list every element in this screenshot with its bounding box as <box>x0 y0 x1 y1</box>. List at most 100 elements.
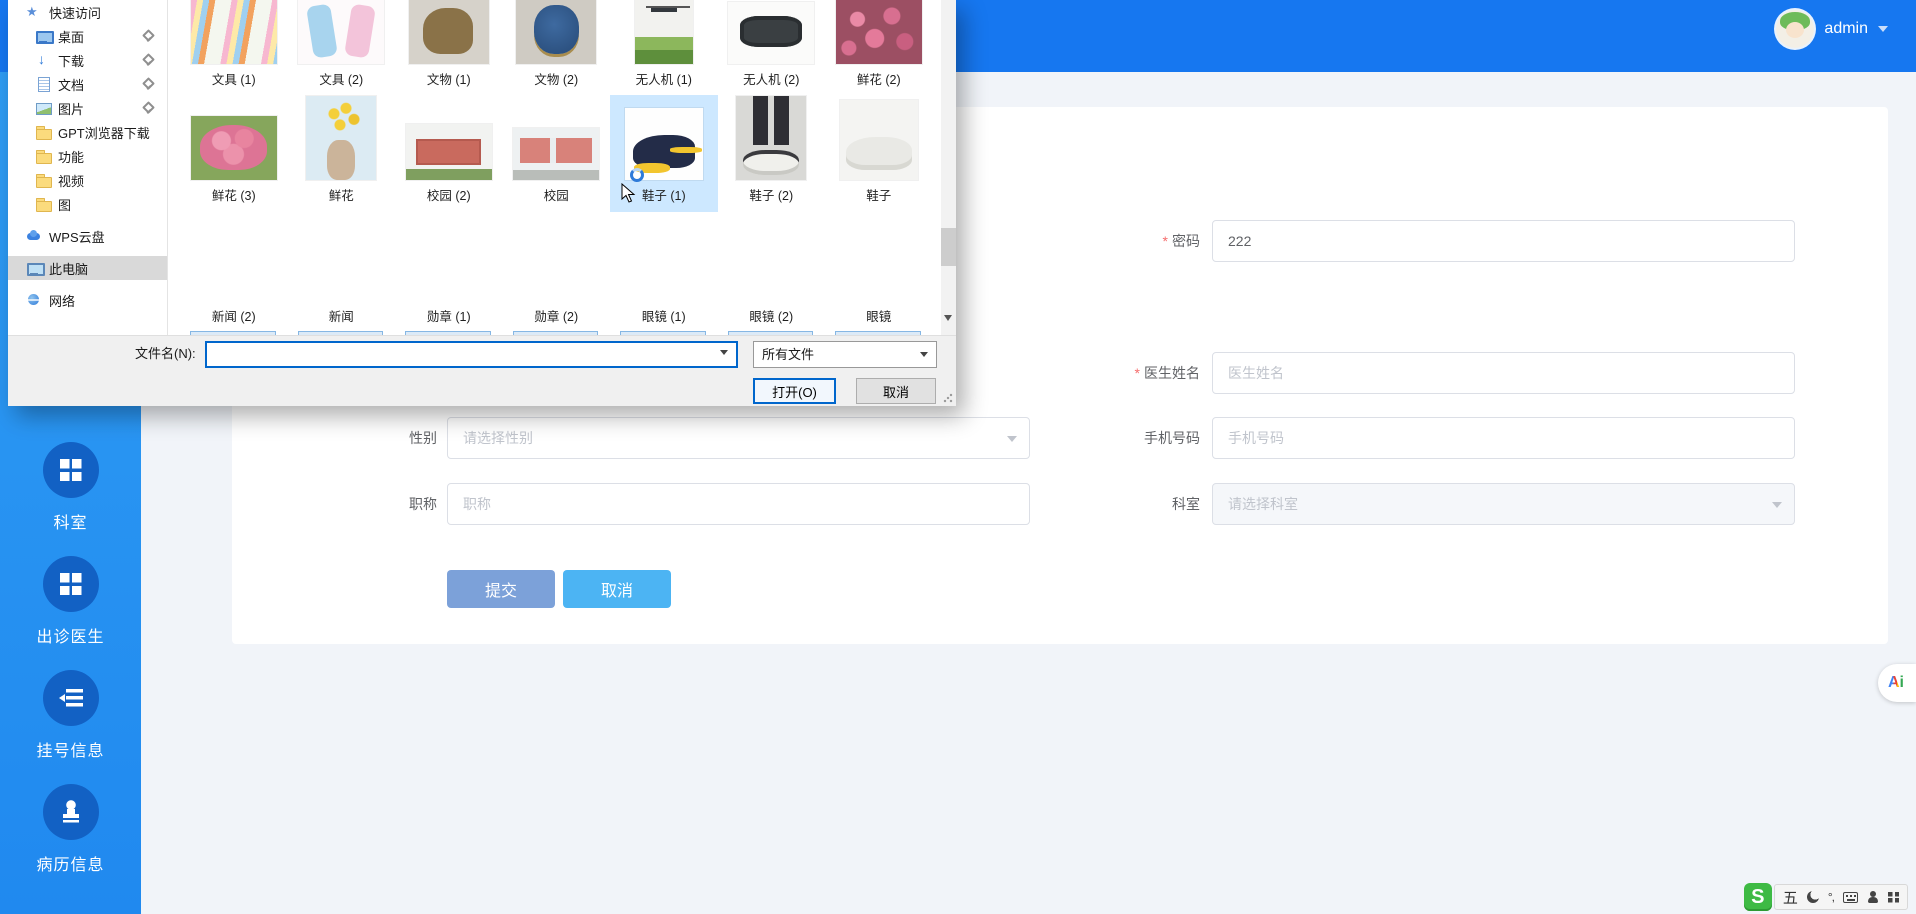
nav-item-icon <box>35 124 52 140</box>
file-item[interactable]: 新闻 (2) <box>180 306 288 337</box>
nav-item-label: 图片 <box>58 101 85 117</box>
sidebar-item-label: 挂号信息 <box>36 743 105 760</box>
sidebar-item-label: 科室 <box>53 515 88 532</box>
file-item[interactable]: 文物 (2) <box>503 0 611 90</box>
file-item[interactable]: 勋章 (2) <box>503 306 611 337</box>
nav-item-icon <box>35 76 51 92</box>
dialog-nav-item[interactable]: 下载 <box>8 48 167 72</box>
dialog-nav-item[interactable]: 图 <box>8 192 167 216</box>
nav-item-label: 桌面 <box>58 29 85 45</box>
resize-grip[interactable] <box>943 393 953 403</box>
dialog-nav-item[interactable]: WPS云盘 <box>8 224 167 248</box>
file-name-label: 文具 (1) <box>211 73 256 87</box>
title-label: 职称 <box>409 496 437 512</box>
chevron-down-icon <box>920 352 928 357</box>
nav-item-icon <box>26 228 42 244</box>
file-item[interactable]: 鲜花 (3) <box>180 95 288 212</box>
file-item[interactable]: 校园 (2) <box>395 95 503 212</box>
nav-item-icon <box>35 172 52 188</box>
file-name-label: 无人机 (1) <box>635 73 692 87</box>
dialog-nav-item[interactable]: 功能 <box>8 144 167 168</box>
department-select[interactable]: 请选择科室 <box>1212 483 1795 525</box>
file-name-label: 无人机 (2) <box>743 73 800 87</box>
file-thumbnail <box>513 128 600 180</box>
nav-item-icon <box>35 28 54 44</box>
ime-mode-toggle[interactable]: 五 <box>1783 887 1798 908</box>
chevron-down-icon <box>1878 26 1888 32</box>
file-item[interactable]: 新闻 <box>288 306 396 337</box>
file-item[interactable]: 文具 (1) <box>180 0 288 90</box>
file-grid-row-1: 文具 (1) 文具 (2) 文物 (1) 文物 (2) 无人机 (1) 无人机 … <box>180 0 933 90</box>
file-item[interactable]: 鞋子 (2) <box>718 95 826 212</box>
file-item[interactable]: 鞋子 <box>825 95 933 212</box>
file-name-label: 文物 (2) <box>534 73 579 87</box>
file-item[interactable]: 眼镜 (1) <box>610 306 718 337</box>
doctor-name-label: * 医生姓名 <box>1134 365 1200 381</box>
dialog-nav-item[interactable]: 此电脑 <box>8 256 167 280</box>
user-menu[interactable]: admin <box>1776 9 1888 49</box>
file-item[interactable]: 鲜花 <box>288 95 396 212</box>
file-item[interactable]: 文具 (2) <box>288 0 396 90</box>
user-avatar[interactable] <box>1776 10 1815 48</box>
file-item[interactable]: 无人机 (1) <box>610 0 718 90</box>
file-thumbnail <box>405 124 492 180</box>
moon-icon[interactable] <box>1806 891 1819 903</box>
gender-select[interactable]: 请选择性别 <box>447 417 1030 459</box>
sidebar-item-icon <box>59 459 82 481</box>
file-item[interactable]: 眼镜 <box>825 306 933 337</box>
submit-button[interactable]: 提交 <box>447 570 555 608</box>
filename-dropdown-icon[interactable] <box>720 350 728 355</box>
dialog-nav-item[interactable]: 文档 <box>8 72 167 96</box>
scrollbar-thumb[interactable] <box>941 228 956 266</box>
password-label: * 密码 <box>1162 233 1200 249</box>
dialog-nav-item[interactable]: GPT浏览器下载 <box>8 120 167 144</box>
sidebar-item-label: 出诊医生 <box>36 629 105 646</box>
sidebar-item[interactable]: 科室 <box>0 442 141 533</box>
form-cancel-button[interactable]: 取消 <box>563 570 671 608</box>
dialog-nav-item[interactable]: 快速访问 <box>8 0 167 24</box>
dialog-nav-item[interactable]: 桌面 <box>8 24 167 48</box>
dialog-nav-pane: 快速访问 桌面 下载 文档 图片 GPT浏览器下载 <box>8 0 168 335</box>
ai-assistant-button[interactable]: Ai <box>1878 664 1916 702</box>
file-item[interactable]: 鲜花 (2) <box>825 0 933 90</box>
dialog-cancel-button[interactable]: 取消 <box>856 378 936 404</box>
phone-field[interactable] <box>1212 417 1795 459</box>
person-icon[interactable] <box>1867 891 1879 903</box>
file-grid-row-2: 鲜花 (3) 鲜花 校园 (2) 校园 鞋子 (1) 鞋子 (2) 鞋子 <box>180 95 933 212</box>
toolbox-grid-icon[interactable] <box>1888 891 1899 903</box>
dialog-nav-item[interactable]: 图片 <box>8 96 167 120</box>
password-field[interactable] <box>1212 220 1795 262</box>
sidebar-item[interactable]: 病历信息 <box>0 784 141 875</box>
title-field[interactable] <box>447 483 1030 525</box>
filename-input[interactable] <box>205 341 738 368</box>
file-item[interactable]: 勋章 (1) <box>395 306 503 337</box>
file-item[interactable]: 校园 <box>503 95 611 212</box>
file-item[interactable]: 眼镜 (2) <box>718 306 826 337</box>
pin-icon <box>142 78 154 90</box>
file-name-label: 文具 (2) <box>319 73 364 87</box>
ime-tray: 五 °, <box>1773 884 1908 910</box>
file-thumbnail <box>728 2 815 64</box>
mouse-cursor <box>621 183 636 203</box>
punctuation-icon[interactable]: °, <box>1828 890 1835 904</box>
file-thumbnail <box>516 0 597 64</box>
filetype-select[interactable]: 所有文件 <box>753 341 937 368</box>
open-button[interactable]: 打开(O) <box>753 378 836 404</box>
file-name-label: 鞋子 (2) <box>749 189 794 203</box>
scrollbar-down-arrow-icon[interactable] <box>944 315 952 321</box>
sogou-logo-icon[interactable]: S <box>1743 883 1772 911</box>
nav-item-label: GPT浏览器下载 <box>58 125 150 141</box>
dialog-nav-item[interactable]: 网络 <box>8 288 167 312</box>
dialog-scrollbar[interactable] <box>941 0 956 335</box>
file-item[interactable]: 无人机 (2) <box>718 0 826 90</box>
nav-item-label: 此电脑 <box>49 261 89 277</box>
pin-icon <box>142 54 154 66</box>
doctor-name-field[interactable] <box>1212 352 1795 394</box>
keyboard-icon[interactable] <box>1843 891 1858 903</box>
sidebar-item[interactable]: 出诊医生 <box>0 556 141 647</box>
dialog-nav-item[interactable]: 视频 <box>8 168 167 192</box>
file-item[interactable]: 文物 (1) <box>395 0 503 90</box>
sidebar-item[interactable]: 挂号信息 <box>0 670 141 761</box>
ai-logo: Ai <box>1888 674 1904 691</box>
sidebar-item-icon <box>58 800 83 824</box>
